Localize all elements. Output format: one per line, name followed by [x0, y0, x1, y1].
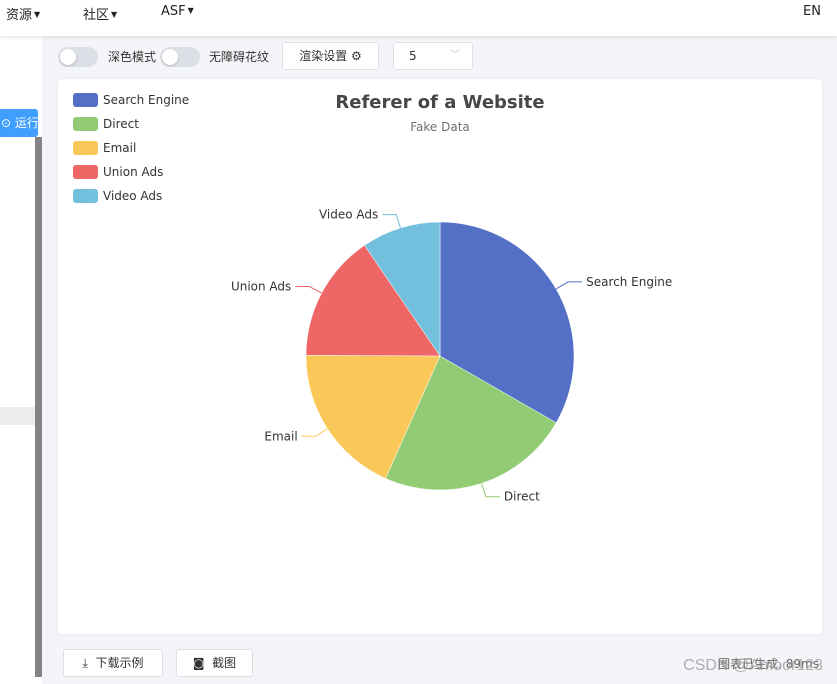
legend-label: Search Engine	[103, 93, 189, 107]
accessible-pattern-toggle[interactable]	[160, 47, 200, 67]
code-sidebar: ⊙ 运行	[0, 36, 42, 684]
legend-label: Video Ads	[103, 189, 162, 203]
toolbar: 深色模式 无障碍花纹 渲染设置 ⚙ 5 ﹀	[42, 36, 837, 76]
legend-swatch	[73, 93, 98, 107]
screenshot-button[interactable]: ◙ 截图	[176, 649, 253, 677]
run-button[interactable]: ⊙ 运行	[0, 109, 38, 137]
toggle-knob	[60, 49, 76, 65]
legend-swatch	[73, 189, 98, 203]
legend-swatch	[73, 165, 98, 179]
download-example-button[interactable]: ⤓ 下载示例	[63, 649, 163, 677]
label-guide-line	[382, 214, 401, 229]
gear-icon: ⚙	[351, 49, 362, 63]
label-guide-line	[301, 428, 328, 437]
pie-chart: Referer of a Website Fake Data Search Engi…	[73, 92, 672, 504]
accessible-pattern-label: 无障碍花纹	[209, 50, 270, 64]
label-guide-line	[555, 281, 583, 290]
label-guide-line	[295, 286, 322, 294]
legend-label: Union Ads	[103, 165, 163, 179]
sidebar-scrollbar[interactable]	[35, 137, 42, 677]
label-guide-line	[481, 483, 500, 498]
camera-icon: ◙	[192, 656, 205, 670]
renderer-select[interactable]: 5 ﹀	[393, 42, 473, 70]
chart-panel: Referer of a Website Fake Data Search Engi…	[58, 79, 822, 634]
download-icon: ⤓	[82, 656, 88, 670]
dark-mode-toggle[interactable]	[58, 47, 98, 67]
language-switch[interactable]: EN	[803, 4, 821, 19]
legend-label: Email	[103, 141, 136, 155]
chevron-down-icon: ﹀	[450, 50, 460, 61]
slice-label: Video Ads	[319, 208, 378, 222]
caret-down-icon: ▼	[34, 10, 41, 19]
chart-title: Referer of a Website	[335, 92, 544, 113]
dark-mode-label: 深色模式	[108, 50, 157, 64]
chart-subtitle: Fake Data	[410, 120, 470, 134]
slice-label: Direct	[504, 490, 540, 504]
top-nav: 资源 ▼ 社区 ▼ ASF ▼ EN	[0, 0, 837, 36]
csdn-watermark: CSDN @Amoor123	[683, 657, 823, 674]
nav-resources[interactable]: 资源 ▼	[6, 4, 40, 23]
render-settings-button[interactable]: 渲染设置 ⚙	[282, 42, 379, 70]
editor-highlight-line	[0, 407, 35, 425]
slice-label: Union Ads	[231, 280, 291, 294]
slice-label: Search Engine	[586, 275, 672, 289]
legend-swatch	[73, 117, 98, 131]
toggle-knob	[162, 49, 178, 65]
nav-community[interactable]: 社区 ▼	[83, 4, 117, 23]
nav-asf[interactable]: ASF ▼	[161, 4, 194, 19]
slice-label: Email	[264, 429, 297, 443]
legend-label: Direct	[103, 117, 139, 131]
caret-down-icon: ▼	[111, 10, 118, 19]
caret-down-icon: ▼	[187, 6, 194, 15]
legend-swatch	[73, 141, 98, 155]
play-icon: ⊙	[1, 116, 12, 130]
